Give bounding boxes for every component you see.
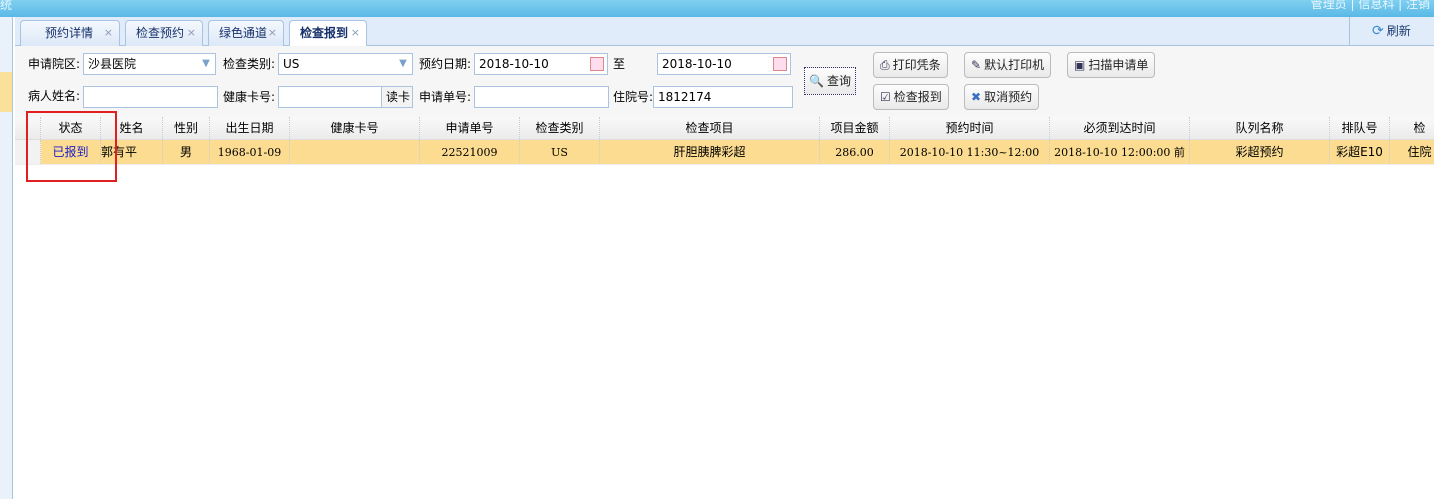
close-icon[interactable]: ×	[187, 21, 196, 45]
exam-type-select[interactable]: US ▼	[278, 53, 413, 75]
print-slip-label: 打印凭条	[892, 58, 941, 72]
table-header: 状态 姓名 性别 出生日期 健康卡号 申请单号 检查类别 检查项目 项目金额 预…	[15, 117, 1434, 140]
inpatient-no-label: 住院号:	[613, 90, 654, 104]
app-title: 统	[0, 0, 13, 12]
user-links[interactable]: 管理员 | 信息科 | 注销	[1311, 0, 1430, 12]
scan-request-label: 扫描申请单	[1088, 58, 1149, 72]
tab-exam-appointment[interactable]: 检查预约 ×	[125, 20, 203, 46]
printer-icon: ⎙	[880, 58, 890, 72]
tab-bar: 预约详情 × 检查预约 × 绿色通道 × 检查报到 × ⟳ 刷新	[15, 17, 1434, 47]
query-label: 查询	[826, 74, 851, 88]
birthdate-cell: 1968-01-09	[210, 140, 290, 164]
date-from-input[interactable]: 2018-10-10	[474, 53, 608, 75]
cancel-appointment-button[interactable]: ✖ 取消预约	[964, 84, 1040, 110]
to-label: 至	[613, 57, 626, 71]
amount-cell: 286.00	[820, 140, 890, 164]
close-icon[interactable]: ×	[351, 21, 360, 45]
column-header[interactable]: 性别	[163, 117, 210, 139]
queue-number-cell: 彩超E10	[1330, 140, 1390, 164]
refresh-button[interactable]: ⟳ 刷新	[1349, 17, 1434, 45]
inpatient-no-value: 1812174	[658, 90, 712, 104]
patient-name-input[interactable]	[83, 86, 218, 108]
read-card-button[interactable]: 读卡	[381, 86, 413, 108]
exam-cell: 住院	[1390, 140, 1434, 164]
column-header[interactable]: 健康卡号	[290, 117, 420, 139]
refresh-icon: ⟳	[1372, 23, 1384, 39]
date-to-input[interactable]: 2018-10-10	[657, 53, 791, 75]
scan-request-button[interactable]: ▣ 扫描申请单	[1067, 52, 1156, 78]
column-header[interactable]: 队列名称	[1190, 117, 1330, 139]
default-printer-button[interactable]: ✎ 默认打印机	[964, 52, 1052, 78]
exam-item-cell: 肝胆胰脾彩超	[600, 140, 820, 164]
health-card-cell	[290, 140, 420, 164]
tab-label: 绿色通道	[219, 26, 268, 40]
queue-name-cell: 彩超预约	[1190, 140, 1330, 164]
annotation-highlight-box	[26, 111, 117, 182]
campus-select[interactable]: 沙县医院 ▼	[83, 53, 216, 75]
column-header[interactable]: 检查项目	[600, 117, 820, 139]
print-slip-button[interactable]: ⎙ 打印凭条	[873, 52, 948, 78]
appt-date-label: 预约日期:	[419, 57, 472, 71]
save-icon: ▣	[1074, 58, 1086, 72]
inpatient-no-input[interactable]: 1812174	[653, 86, 793, 108]
check-in-button[interactable]: ☑ 检查报到	[873, 84, 949, 110]
table-row[interactable]: 已报到 郭有平 男 1968-01-09 22521009 US 肝胆胰脾彩超 …	[15, 140, 1434, 165]
arrival-deadline-cell: 2018-10-10 12:00:00 前	[1050, 140, 1190, 164]
request-no-cell: 22521009	[420, 140, 520, 164]
campus-label: 申请院区:	[28, 57, 81, 71]
date-to-value: 2018-10-10	[662, 57, 732, 71]
request-no-input[interactable]	[474, 86, 609, 108]
search-form: 申请院区: 沙县医院 ▼ 检查类别: US ▼ 预约日期: 2018-10-10 至…	[15, 46, 1434, 117]
date-from-value: 2018-10-10	[479, 57, 549, 71]
column-header[interactable]: 预约时间	[890, 117, 1050, 139]
chevron-down-icon[interactable]: ▼	[394, 54, 412, 74]
health-card-input[interactable]	[278, 86, 382, 108]
column-header[interactable]: 检	[1390, 117, 1434, 139]
left-panel	[0, 17, 13, 499]
column-header[interactable]: 检查类别	[520, 117, 600, 139]
pencil-icon: ✎	[971, 58, 982, 72]
campus-value: 沙县医院	[88, 57, 137, 71]
column-header[interactable]: 排队号	[1330, 117, 1390, 139]
patient-name-label: 病人姓名:	[28, 89, 81, 103]
gender-cell: 男	[163, 140, 210, 164]
close-icon[interactable]: ×	[268, 21, 277, 45]
tab-label: 预约详情	[45, 26, 94, 40]
close-icon: ✖	[971, 90, 982, 104]
refresh-label: 刷新	[1386, 24, 1411, 38]
health-card-label: 健康卡号:	[223, 90, 276, 104]
appointment-table: 状态 姓名 性别 出生日期 健康卡号 申请单号 检查类别 检查项目 项目金额 预…	[15, 117, 1434, 499]
check-in-label: 检查报到	[893, 90, 942, 104]
exam-type-cell: US	[520, 140, 600, 164]
appt-time-cell: 2018-10-10 11:30~12:00	[890, 140, 1050, 164]
exam-type-label: 检查类别:	[223, 57, 276, 71]
tab-exam-checkin[interactable]: 检查报到 ×	[289, 20, 367, 47]
tab-label: 检查预约	[136, 26, 185, 40]
column-header[interactable]: 项目金额	[820, 117, 890, 139]
tab-appointment-details[interactable]: 预约详情 ×	[20, 20, 120, 46]
column-header[interactable]: 出生日期	[210, 117, 290, 139]
exam-type-value: US	[283, 57, 300, 71]
tab-green-channel[interactable]: 绿色通道 ×	[208, 20, 284, 46]
query-button[interactable]: 🔍 查询	[804, 67, 856, 95]
calendar-icon[interactable]	[590, 57, 604, 71]
tab-label: 检查报到	[300, 26, 349, 40]
column-header[interactable]: 必须到达时间	[1050, 117, 1190, 139]
request-no-label: 申请单号:	[419, 90, 472, 104]
checkbox-icon: ☑	[880, 90, 891, 104]
left-panel-highlight	[0, 72, 12, 112]
column-header[interactable]: 申请单号	[420, 117, 520, 139]
top-bar: 统 管理员 | 信息科 | 注销	[0, 0, 1434, 17]
search-icon: 🔍	[809, 74, 824, 88]
cancel-appointment-label: 取消预约	[984, 90, 1033, 104]
calendar-icon[interactable]	[773, 57, 787, 71]
close-icon[interactable]: ×	[104, 21, 113, 45]
chevron-down-icon[interactable]: ▼	[197, 54, 215, 74]
default-printer-label: 默认打印机	[984, 58, 1045, 72]
